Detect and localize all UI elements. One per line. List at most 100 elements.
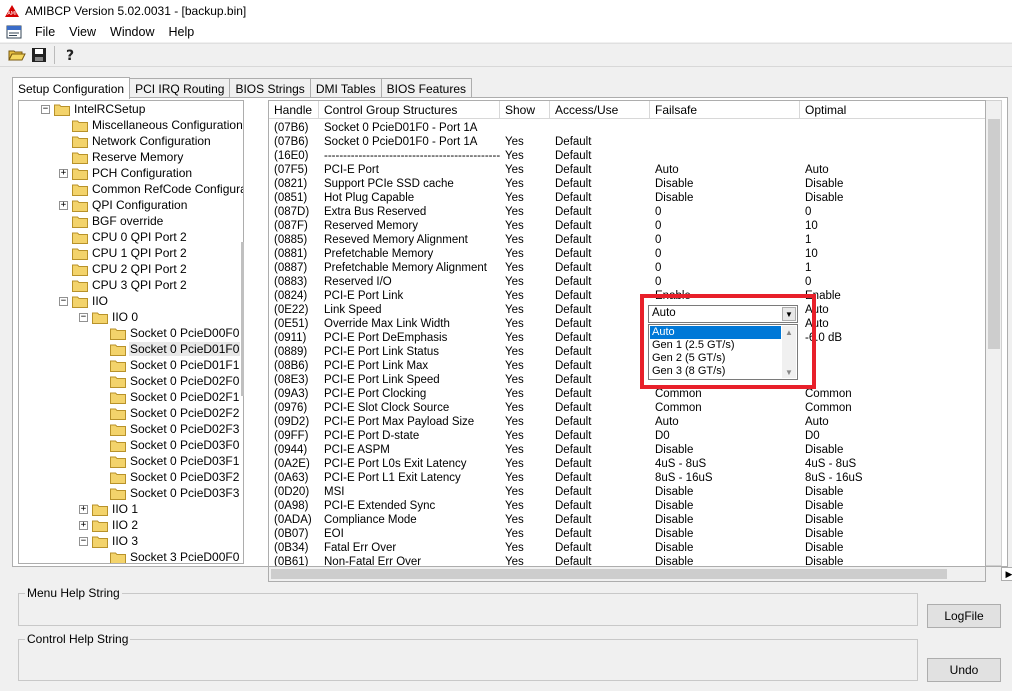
tree-scrollbar[interactable] [241,242,244,396]
table-row[interactable]: (0ADA) Compliance Mode Yes Default Disable Di… [269,513,985,527]
menu-view[interactable]: View [62,25,103,39]
table-cell[interactable]: Yes [500,499,550,513]
tree-node[interactable]: Socket 0 PcieD01F1 [97,357,240,373]
table-row[interactable]: (0885) Reseved Memory Alignment Yes Default… [269,233,985,247]
table-cell[interactable]: Yes [500,401,550,415]
table-row[interactable]: (0883) Reserved I/O Yes Default 0 0 [269,275,985,289]
expand-plus-icon[interactable]: + [79,504,88,514]
dropdown-option[interactable]: Gen 1 (2.5 GT/s) [650,339,781,352]
table-row[interactable]: (0911) PCI-E Port DeEmphasis Yes Default -6.… [269,331,985,345]
scroll-down-arrow-icon[interactable]: ▼ [782,366,796,378]
table-cell[interactable]: 0 [650,275,800,289]
table-cell[interactable]: Common [650,401,800,415]
table-cell[interactable]: Default [550,527,650,541]
table-cell[interactable]: Default [550,471,650,485]
table-cell[interactable]: Disable [800,177,985,191]
tree-node[interactable]: Socket 0 PcieD00F0 [97,325,240,341]
grid-horizontal-scrollbar[interactable]: ▶ [268,566,1012,582]
collapse-minus-icon[interactable]: − [79,312,88,322]
tree-node[interactable]: + IIO 2 [79,517,139,533]
tree-node[interactable]: CPU 1 QPI Port 2 [59,245,188,261]
table-cell[interactable]: Yes [500,457,550,471]
table-cell[interactable]: Disable [800,191,985,205]
table-cell[interactable]: 1 [800,261,985,275]
column-header[interactable]: Optimal [800,101,985,119]
link-speed-combobox[interactable]: Auto ▼ [648,305,798,323]
column-header[interactable]: Show [500,101,550,119]
tree-node[interactable]: Miscellaneous Configuration [59,117,243,133]
menu-help[interactable]: Help [162,25,202,39]
table-row[interactable]: (0A98) PCI-E Extended Sync Yes Default Disab… [269,499,985,513]
table-cell[interactable]: Common [800,401,985,415]
table-cell[interactable]: Default [550,331,650,345]
tree-node[interactable]: Network Configuration [59,133,212,149]
tree-node[interactable]: − IIO 3 [79,533,139,549]
table-cell[interactable]: Default [550,443,650,457]
table-cell[interactable]: Default [550,373,650,387]
table-cell[interactable]: Yes [500,177,550,191]
save-button[interactable] [28,45,50,65]
undo-button[interactable]: Undo [927,658,1001,682]
expand-plus-icon[interactable]: + [79,520,88,530]
table-cell[interactable]: Disable [650,541,800,555]
table-cell[interactable]: Auto [650,163,800,177]
table-cell[interactable]: Default [550,177,650,191]
table-cell[interactable]: Default [550,205,650,219]
table-cell[interactable]: Default [550,401,650,415]
table-cell[interactable]: Yes [500,205,550,219]
tree-node[interactable]: Socket 0 PcieD03F3 [97,485,240,501]
table-cell[interactable]: Default [550,513,650,527]
table-cell[interactable] [800,121,985,135]
collapse-minus-icon[interactable]: − [79,536,88,546]
table-cell[interactable]: Auto [800,303,985,317]
tree-node[interactable]: Socket 0 PcieD02F0 [97,373,240,389]
table-cell[interactable]: Disable [800,443,985,457]
table-cell[interactable]: Yes [500,191,550,205]
table-row[interactable]: (07F5) PCI-E Port Yes Default Auto Auto [269,163,985,177]
tree-node[interactable]: Socket 0 PcieD02F2 [97,405,240,421]
table-cell[interactable]: Default [550,485,650,499]
table-row[interactable]: (0821) Support PCIe SSD cache Yes Default Di… [269,177,985,191]
table-cell[interactable]: Auto [800,163,985,177]
table-cell[interactable]: Auto [650,415,800,429]
table-row[interactable]: (0A2E) PCI-E Port L0s Exit Latency Yes Defa… [269,457,985,471]
table-cell[interactable] [800,359,985,373]
tree-node[interactable]: Socket 0 PcieD03F2 [97,469,240,485]
menu-window[interactable]: Window [103,25,161,39]
table-cell[interactable]: Yes [500,527,550,541]
table-cell[interactable] [650,121,800,135]
table-row[interactable]: (0881) Prefetchable Memory Yes Default 0 10 [269,247,985,261]
tree-node[interactable]: + PCH Configuration [59,165,193,181]
table-cell[interactable]: Default [550,387,650,401]
table-row[interactable]: (087F) Reserved Memory Yes Default 0 10 [269,219,985,233]
table-cell[interactable]: Disable [800,485,985,499]
tree-node[interactable]: − IIO 0 [79,309,139,325]
table-cell[interactable]: Enable [650,289,800,303]
table-cell[interactable]: Disable [800,499,985,513]
tree-node[interactable]: CPU 2 QPI Port 2 [59,261,188,277]
table-row[interactable]: (07B6) Socket 0 PcieD01F0 - Port 1A [269,121,985,135]
table-cell[interactable]: Default [550,275,650,289]
table-row[interactable]: (0A63) PCI-E Port L1 Exit Latency Yes Defau… [269,471,985,485]
table-cell[interactable]: Default [550,135,650,149]
setup-tree[interactable]: − IntelRCSetup Miscellaneous Configuration… [18,100,244,564]
table-cell[interactable]: Disable [650,443,800,457]
table-cell[interactable]: Default [550,345,650,359]
table-cell[interactable]: Disable [650,191,800,205]
tab-pci-irq-routing[interactable]: PCI IRQ Routing [129,78,231,98]
table-cell[interactable]: Yes [500,443,550,457]
table-row[interactable]: (09A3) PCI-E Port Clocking Yes Default Commo… [269,387,985,401]
table-row[interactable]: (09D2) PCI-E Port Max Payload Size Yes Defa… [269,415,985,429]
table-cell[interactable]: Yes [500,373,550,387]
tree-node[interactable]: Reserve Memory [59,149,184,165]
table-cell[interactable]: Yes [500,541,550,555]
tree-node[interactable]: CPU 0 QPI Port 2 [59,229,188,245]
tree-node[interactable]: − IIO [59,293,109,309]
collapse-minus-icon[interactable]: − [59,296,68,306]
table-cell[interactable]: D0 [800,429,985,443]
tree-node[interactable]: Common RefCode Configurati [59,181,243,197]
table-cell[interactable]: Default [550,149,650,163]
table-cell[interactable]: Default [550,289,650,303]
table-cell[interactable]: Yes [500,247,550,261]
table-cell[interactable]: 4uS - 8uS [800,457,985,471]
